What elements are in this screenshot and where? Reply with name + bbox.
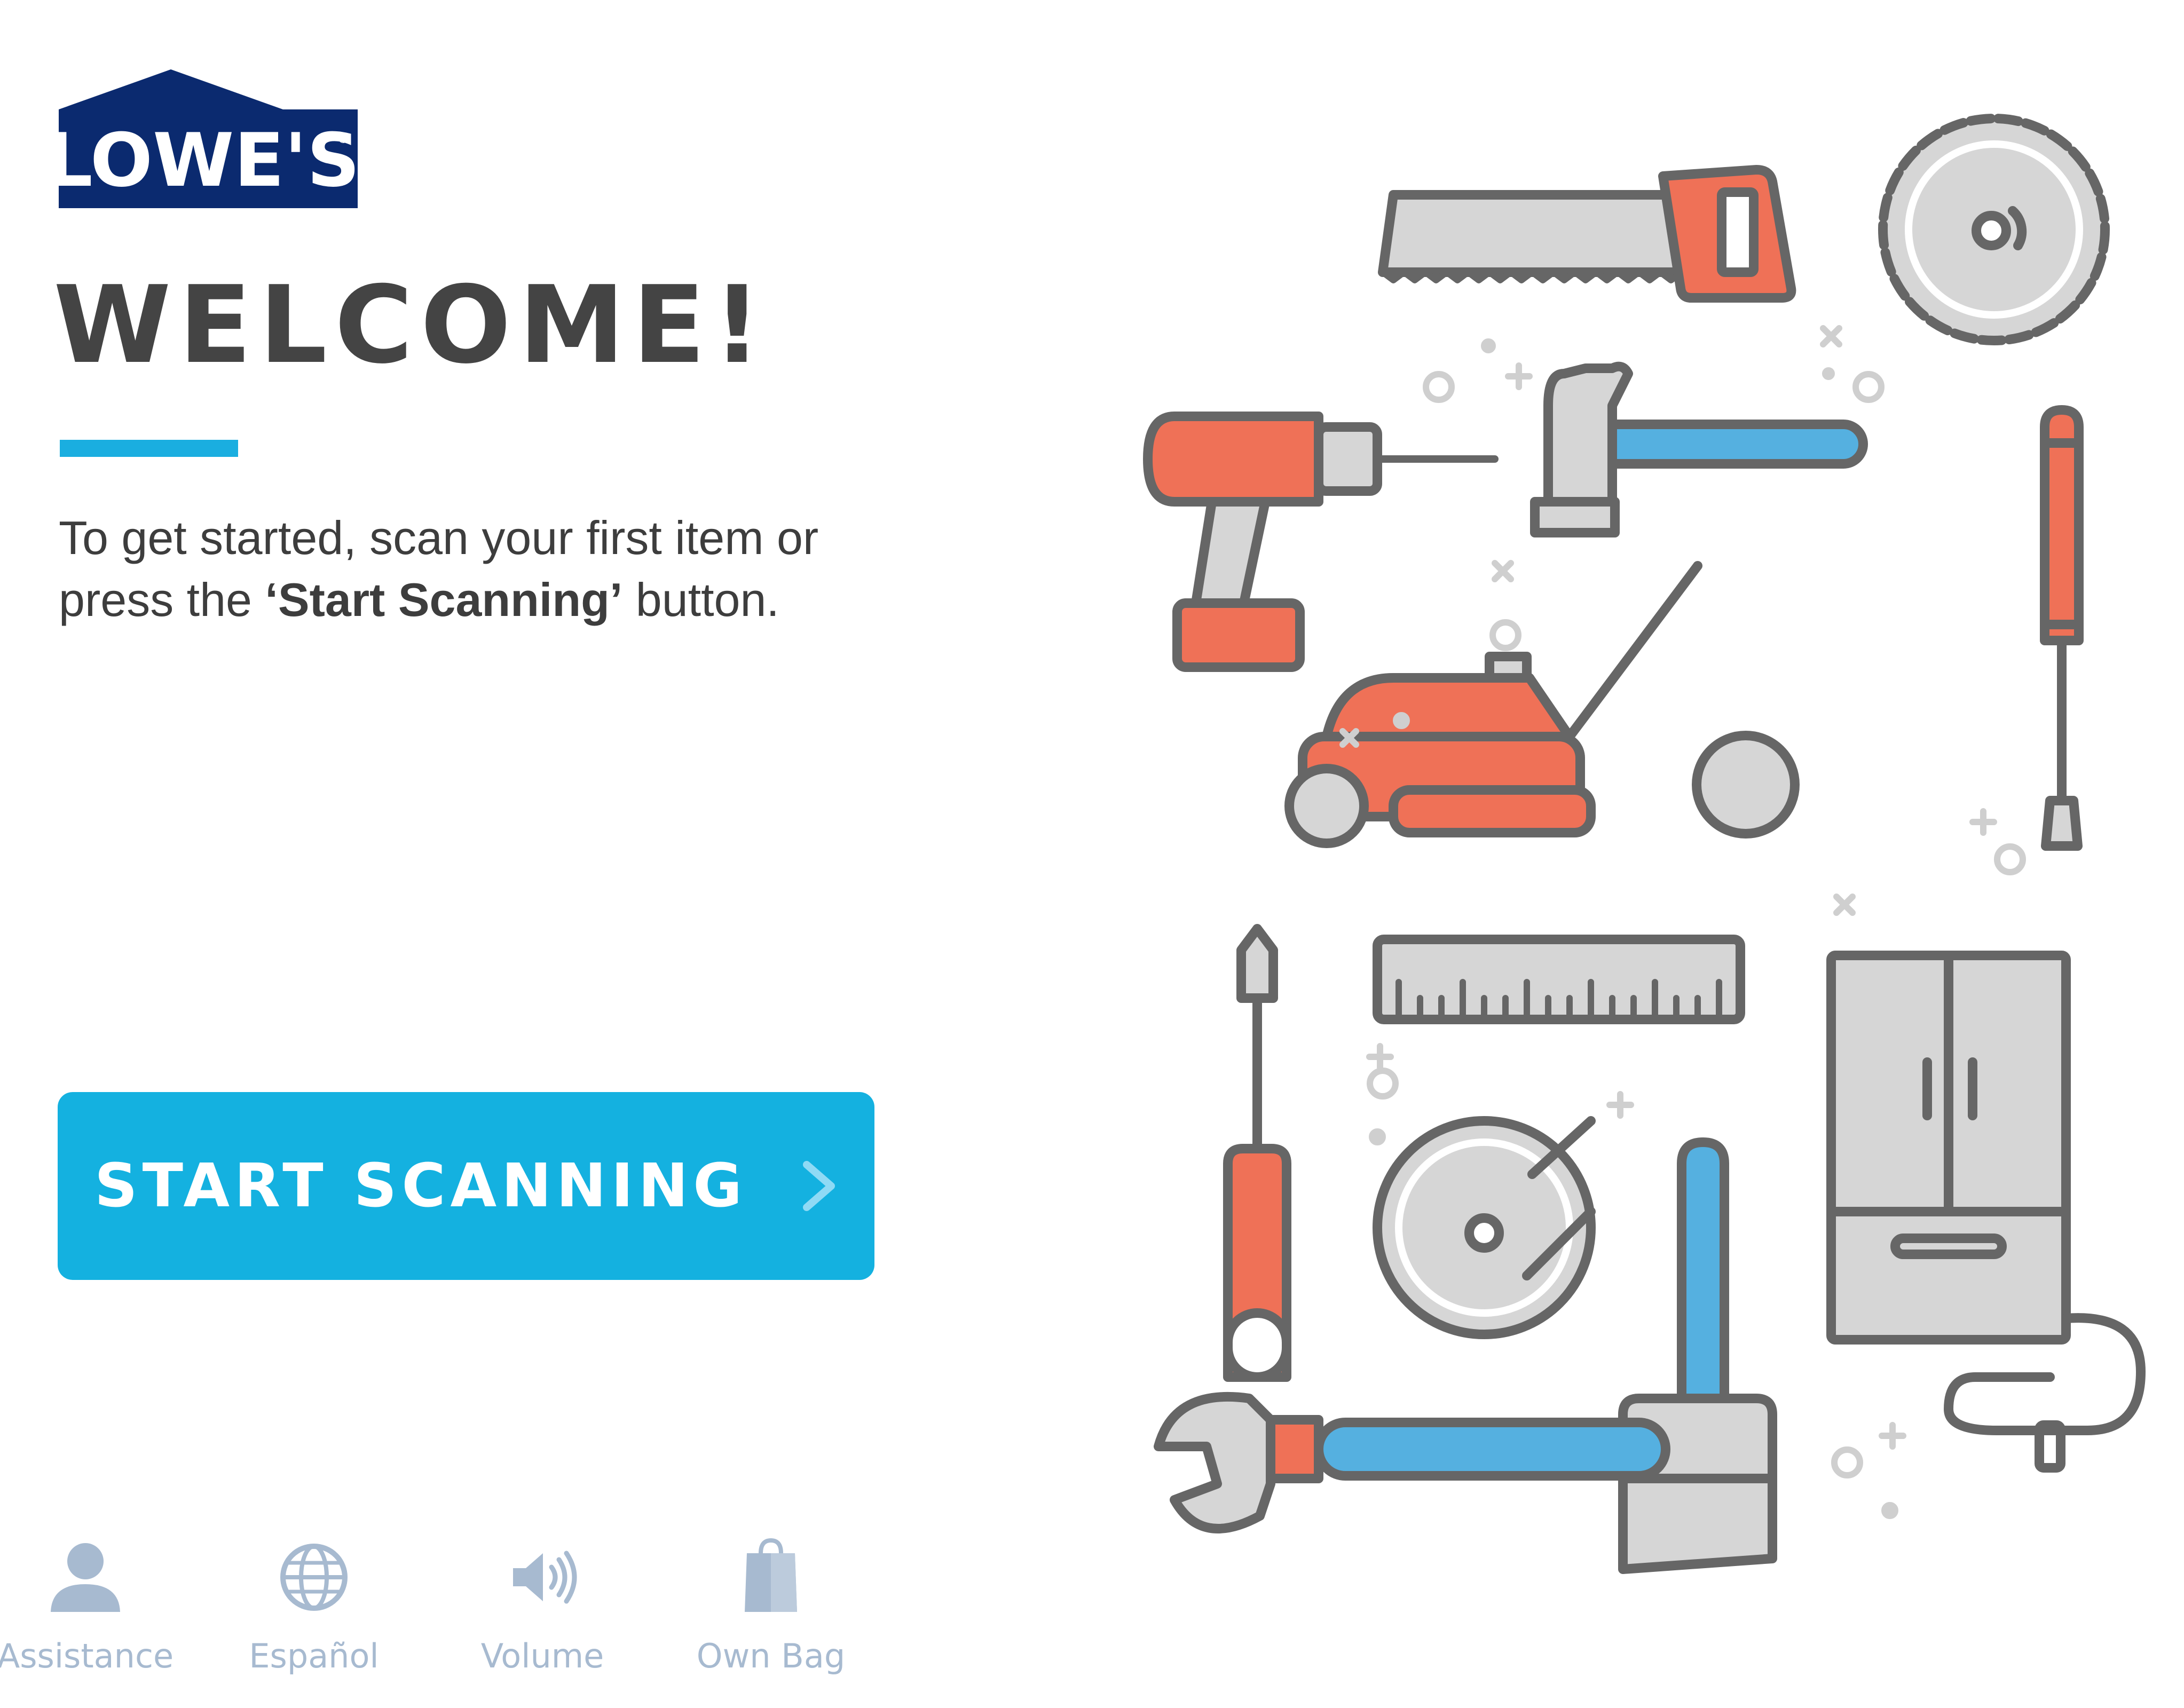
start-scanning-label: START SCANNING bbox=[94, 1151, 747, 1221]
own-bag-button[interactable]: Own Bag bbox=[669, 1537, 872, 1697]
lowes-logo: LOWE'S ® bbox=[59, 69, 358, 208]
volume-button[interactable]: Volume bbox=[441, 1537, 644, 1697]
espanol-button[interactable]: Español bbox=[212, 1537, 415, 1697]
wrench-icon bbox=[1154, 1392, 1670, 1533]
intro-text-bold: ‘Start Scanning’ bbox=[265, 573, 623, 626]
intro-text-part2: button. bbox=[622, 573, 779, 626]
screwdriver-icon bbox=[1223, 924, 1291, 1382]
lawn-mower-icon bbox=[1284, 561, 1800, 848]
page-title: WELCOME! bbox=[53, 263, 769, 388]
registered-mark: ® bbox=[336, 131, 350, 147]
start-scanning-button[interactable]: START SCANNING bbox=[58, 1092, 874, 1280]
disc-icon bbox=[1373, 1116, 1596, 1339]
chevron-right-icon bbox=[803, 1161, 835, 1211]
paintbrush-icon bbox=[1618, 1137, 1777, 1574]
tools-illustration bbox=[1143, 114, 2146, 1574]
drill-icon bbox=[1143, 412, 1499, 672]
refrigerator-icon bbox=[1826, 951, 2146, 1473]
own-bag-label: Own Bag bbox=[696, 1636, 846, 1675]
globe-icon bbox=[280, 1544, 348, 1611]
bag-icon bbox=[745, 1538, 797, 1612]
assistance-button[interactable]: Assistance bbox=[0, 1537, 187, 1697]
logo-text: LOWE'S bbox=[59, 117, 358, 203]
assistance-label: Assistance bbox=[0, 1636, 174, 1675]
hand-saw-icon bbox=[1378, 165, 1796, 303]
person-icon bbox=[51, 1543, 120, 1612]
ruler-icon bbox=[1373, 935, 1745, 1024]
volume-label: Volume bbox=[480, 1636, 604, 1675]
saw-blade-icon bbox=[1878, 114, 2110, 345]
screwdriver-icon bbox=[2040, 405, 2084, 851]
title-divider bbox=[60, 440, 238, 457]
speaker-icon bbox=[513, 1551, 577, 1604]
espanol-label: Español bbox=[249, 1636, 379, 1675]
hammer-icon bbox=[1530, 361, 1868, 537]
intro-text: To get started, scan your first item or … bbox=[59, 507, 833, 631]
